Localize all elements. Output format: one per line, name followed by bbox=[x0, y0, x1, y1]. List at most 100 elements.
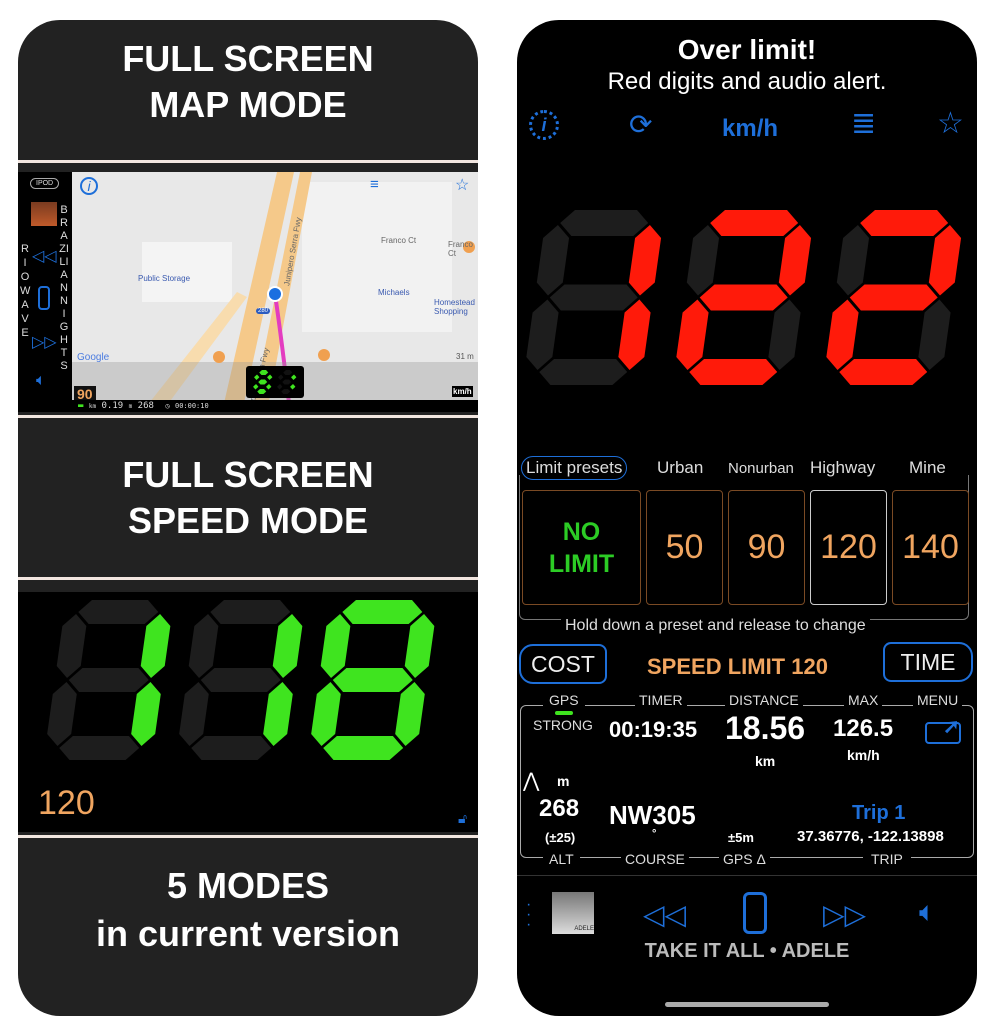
segment-e bbox=[253, 384, 259, 390]
mountain-icon: ⋀ bbox=[523, 770, 540, 792]
map-place-label[interactable]: Public Storage bbox=[138, 274, 190, 283]
title-line: in current version bbox=[95, 913, 401, 954]
forward-icon[interactable]: ▷▷ bbox=[32, 332, 57, 352]
preset-urban[interactable]: 50 bbox=[646, 490, 723, 605]
title-line: FULL SCREEN bbox=[122, 454, 374, 495]
segment-a bbox=[210, 600, 291, 624]
gps-label: GPS bbox=[543, 692, 585, 708]
pause-icon[interactable] bbox=[743, 892, 767, 934]
no-limit-text: LIMIT bbox=[548, 549, 615, 578]
alt-unit: m bbox=[557, 773, 570, 789]
seven-segment-digit bbox=[179, 600, 303, 760]
map-street-label: Franco Ct bbox=[448, 240, 473, 258]
timer-label: TIMER bbox=[635, 692, 687, 708]
google-logo: Google bbox=[77, 352, 110, 363]
segment-d bbox=[191, 736, 272, 760]
highway-shield: 280 bbox=[256, 308, 271, 314]
alt-value: 268 bbox=[137, 401, 154, 411]
map-place-label[interactable]: Michaels bbox=[378, 288, 410, 297]
alt-accuracy: (±25) bbox=[545, 830, 576, 845]
segment-a bbox=[342, 600, 423, 624]
map-status-bar: ▬ km 0.19 m 268 ◷ 00:00:10 bbox=[72, 400, 478, 412]
segment-d bbox=[323, 736, 404, 760]
course-value: NW305 bbox=[609, 800, 696, 830]
unit-label[interactable]: km/h bbox=[452, 386, 473, 397]
menu-label[interactable]: MENU bbox=[913, 692, 963, 708]
volume-icon[interactable]: 🔈︎ bbox=[36, 372, 46, 390]
cost-button[interactable]: COST bbox=[519, 644, 607, 684]
segment-f bbox=[278, 374, 284, 380]
preset-label: Nonurban bbox=[728, 460, 794, 477]
map-view[interactable]: IPOD BRAZILIAN NIGHTS RIO WAVE ◁◁ ▷▷ 🔈︎ … bbox=[18, 172, 478, 412]
ipod-button[interactable]: IPOD bbox=[30, 178, 60, 189]
rewind-icon[interactable]: ◁◁ bbox=[643, 898, 686, 931]
segment-g bbox=[68, 668, 149, 692]
map-street-label: Franco Ct bbox=[381, 236, 417, 245]
refresh-icon[interactable]: ⟳ bbox=[629, 108, 652, 141]
segment-g bbox=[699, 284, 788, 311]
timer-value: 00:00:10 bbox=[174, 402, 209, 410]
segment-d bbox=[689, 359, 778, 385]
preset-highway-selected[interactable]: 120 bbox=[810, 490, 887, 605]
no-limit-text: NO bbox=[562, 517, 601, 546]
segment-d bbox=[59, 736, 140, 760]
seven-segment-digit bbox=[253, 370, 273, 394]
share-icon[interactable]: ➚ bbox=[925, 716, 961, 744]
distance-value: 0.19 bbox=[101, 401, 124, 411]
info-icon[interactable]: i bbox=[80, 177, 98, 195]
map-mode-promo-card: FULL SCREEN MAP MODE IPOD BRAZILIAN NIGHT… bbox=[18, 20, 478, 1016]
segment-b bbox=[291, 374, 297, 380]
segment-g bbox=[549, 284, 638, 311]
time-button[interactable]: TIME bbox=[883, 642, 973, 682]
segment-a bbox=[283, 370, 293, 375]
distance-value: 18.56 bbox=[725, 710, 806, 746]
lock-icon[interactable]: 🔓︎ bbox=[458, 810, 467, 827]
promo-title-map: FULL SCREEN MAP MODE bbox=[18, 36, 478, 128]
preset-no-limit[interactable]: NO LIMIT bbox=[522, 490, 641, 605]
preset-nonurban[interactable]: 90 bbox=[728, 490, 805, 605]
segment-a bbox=[860, 210, 949, 236]
gps-accuracy: ±5m bbox=[728, 830, 754, 845]
map-speed-box bbox=[246, 366, 304, 398]
map-place-label[interactable]: Homestead Shopping bbox=[434, 298, 478, 316]
max-value: 126.5 bbox=[833, 715, 894, 742]
timer-value: 00:19:35 bbox=[609, 717, 698, 742]
album-label: ADELE bbox=[574, 926, 594, 932]
unit-toggle[interactable]: km/h bbox=[722, 115, 778, 143]
segment-g bbox=[200, 668, 281, 692]
distance-unit: km bbox=[88, 403, 97, 410]
trip-name[interactable]: Trip 1 bbox=[852, 802, 905, 825]
segment-a bbox=[259, 370, 269, 375]
segment-a bbox=[560, 210, 649, 236]
info-icon[interactable]: i bbox=[529, 110, 559, 140]
artist-vertical: RIO WAVE bbox=[20, 243, 31, 339]
menu-icon[interactable]: ≡ bbox=[370, 176, 379, 193]
gps-delta-label: GPS Δ bbox=[719, 851, 770, 867]
album-art[interactable]: ADELE bbox=[552, 892, 594, 934]
limit-presets-label[interactable]: Limit presets bbox=[521, 456, 628, 480]
more-dots-icon[interactable]: · · · bbox=[526, 897, 531, 933]
seven-segment-digit bbox=[526, 210, 662, 385]
star-icon[interactable]: ☆ bbox=[937, 106, 964, 141]
subline: Red digits and audio alert. bbox=[607, 68, 887, 95]
title-line: SPEED MODE bbox=[127, 500, 369, 541]
segment-d bbox=[839, 359, 928, 385]
track-title-vertical: BRAZILIAN NIGHTS bbox=[59, 204, 69, 372]
alt-label: ALT bbox=[543, 851, 580, 867]
home-indicator[interactable] bbox=[665, 1002, 829, 1007]
pause-icon[interactable] bbox=[38, 286, 50, 310]
forward-icon[interactable]: ▷▷ bbox=[823, 898, 866, 931]
volume-icon[interactable]: 🔈︎ bbox=[919, 896, 936, 929]
divider bbox=[18, 415, 478, 418]
alt-value: 268 bbox=[539, 795, 580, 822]
segment-c bbox=[266, 384, 272, 390]
promo-title-modes: 5 MODES in current version bbox=[18, 862, 478, 958]
preset-mine[interactable]: 140 bbox=[892, 490, 969, 605]
max-label: MAX bbox=[844, 692, 883, 708]
rewind-icon[interactable]: ◁◁ bbox=[32, 246, 57, 266]
speedometer-screen: Over limit! Red digits and audio alert. … bbox=[517, 20, 977, 1016]
speed-limit-value: 120 bbox=[38, 784, 95, 822]
star-icon[interactable]: ☆ bbox=[455, 175, 469, 195]
album-art bbox=[31, 202, 57, 226]
menu-icon[interactable]: ≣ bbox=[851, 106, 876, 141]
